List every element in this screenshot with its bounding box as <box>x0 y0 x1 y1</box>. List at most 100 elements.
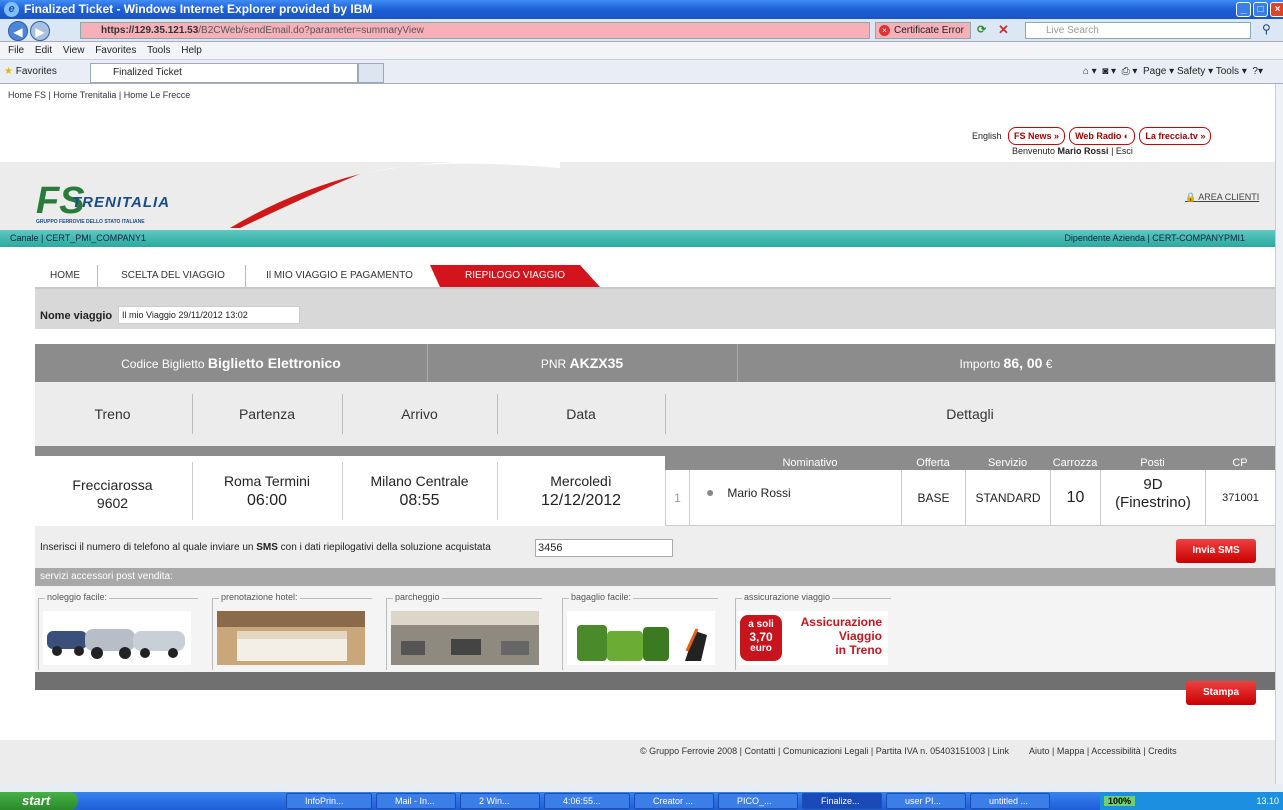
vertical-scrollbar[interactable] <box>1275 84 1283 784</box>
arrival-cell: Milano Centrale 08:55 <box>342 456 497 526</box>
search-icon[interactable]: ⚲ <box>1262 22 1271 36</box>
tab-scelta-del-viaggio[interactable]: SCELTA DEL VIAGGIO <box>103 265 243 287</box>
col-offerta: Offerta <box>916 457 950 469</box>
send-sms-button[interactable]: Invia SMS <box>1176 539 1256 563</box>
header-arrivo: Arrivo <box>401 406 438 422</box>
seat-type: (Finestrino) <box>1115 494 1191 511</box>
refresh-icon[interactable]: ⟳ <box>977 23 986 36</box>
search-input[interactable]: Live Search <box>1025 22 1251 39</box>
passenger-name-cell: ● Mario Rossi <box>689 470 901 526</box>
services-title: servizi accessori post vendita: <box>35 568 1275 586</box>
date-cell: Mercoledì 12/12/2012 <box>497 456 665 526</box>
task-finalized-ticket[interactable]: Finalize... <box>802 793 882 809</box>
service-car-rental[interactable]: noleggio facile: <box>38 592 198 670</box>
language-english[interactable]: English <box>972 131 1002 141</box>
service-insurance[interactable]: assicurazione viaggio a soli 3,70 euro A… <box>735 592 891 670</box>
menu-file[interactable]: File <box>8 45 24 56</box>
footer-left-links[interactable]: © Gruppo Ferrovie 2008 | Contatti | Comu… <box>640 746 1009 756</box>
battery-indicator[interactable]: 100% <box>1104 796 1136 806</box>
service-car-rental-label: noleggio facile: <box>45 592 110 602</box>
task-untitled[interactable]: untitled ... <box>970 793 1050 809</box>
web-radio-button[interactable]: Web Radio ◐ <box>1069 127 1136 145</box>
header-data: Data <box>566 406 596 422</box>
tab-riepilogo-viaggio[interactable]: RIEPILOGO VIAGGIO <box>440 265 590 287</box>
tab-label: Finalized Ticket <box>113 67 182 78</box>
task-infoprint[interactable]: InfoPrin... <box>286 793 372 809</box>
language-links: English FS News » Web Radio ◐ La freccia.t… <box>972 127 1212 145</box>
top-links[interactable]: Home FS | Home Trenitalia | Home Le Frec… <box>8 90 190 100</box>
phone-number-input[interactable]: 3456 <box>535 539 673 557</box>
logout-link[interactable]: | Esci <box>1109 146 1133 156</box>
menu-favorites[interactable]: Favorites <box>95 45 136 56</box>
service-hotel-label: prenotazione hotel: <box>219 592 300 602</box>
favorites-bar: ★ Favorites Finalized Ticket ⌂ ▾ ◙ ▾ ⎙ ▾… <box>0 60 1283 84</box>
menu-edit[interactable]: Edit <box>35 45 52 56</box>
tools-menus[interactable]: Page ▾ Safety ▾ Tools ▾ <box>1143 66 1247 77</box>
luggage-image <box>567 611 715 665</box>
footer-links: © Gruppo Ferrovie 2008 | Contatti | Comu… <box>640 746 1177 756</box>
certificate-error-button[interactable]: × Certificate Error <box>875 22 971 39</box>
home-icon[interactable]: ⌂ ▾ <box>1083 66 1097 77</box>
start-button[interactable]: start <box>0 792 78 810</box>
service-parking[interactable]: parcheggio <box>386 592 542 670</box>
area-clienti-link[interactable]: 🔒 AREA CLIENTI <box>1185 192 1259 203</box>
fs-news-button[interactable]: FS News » <box>1008 127 1066 145</box>
window-title: Finalized Ticket - Windows Internet Expl… <box>24 2 373 16</box>
start-label: start <box>22 793 51 808</box>
address-toolbar: ◀ ▶ https://129.35.121.53/B2CWeb/sendEma… <box>0 19 1283 42</box>
close-icon[interactable]: × <box>1270 2 1283 17</box>
back-arrow-icon[interactable]: ◀ <box>8 21 28 41</box>
print-button[interactable]: Stampa <box>1186 681 1256 705</box>
search-placeholder: Live Search <box>1046 25 1099 36</box>
departure-cell: Roma Termini 06:00 <box>192 456 342 526</box>
minimize-icon[interactable]: _ <box>1236 2 1251 17</box>
task-windows[interactable]: 2 Win... <box>460 793 540 809</box>
promo-title-1: Assicurazione <box>800 615 882 629</box>
menu-tools[interactable]: Tools <box>147 45 170 56</box>
seat-number: 9D <box>1143 476 1163 493</box>
promo-title-3: in Treno <box>835 643 882 657</box>
print-icon[interactable]: ⎙ ▾ <box>1122 66 1138 77</box>
maximize-icon[interactable]: □ <box>1253 2 1268 17</box>
footer-right-links[interactable]: Aiuto | Mappa | Accessibilità | Credits <box>1029 746 1177 756</box>
col-servizio: Servizio <box>987 457 1028 469</box>
header-partenza: Partenza <box>238 406 296 422</box>
stop-icon[interactable]: ✕ <box>998 22 1009 38</box>
task-pico[interactable]: PICO_... <box>718 793 798 809</box>
train-cell: Frecciarossa 9602 <box>35 456 190 526</box>
new-tab-button[interactable] <box>358 63 384 83</box>
feeds-icon[interactable]: ◙ ▾ <box>1102 66 1116 77</box>
url-host: https://129.35.121.53 <box>101 25 199 36</box>
sms-text-suffix: con i dati riepilogativi della soluzione… <box>277 542 491 553</box>
sms-text-bold: SMS <box>256 542 278 553</box>
print-bar <box>35 672 1275 690</box>
task-timer[interactable]: 4:06:55... <box>544 793 630 809</box>
help-icon[interactable]: ?▾ <box>1252 66 1263 77</box>
tab-il-mio-viaggio[interactable]: Il MIO VIAGGIO E PAGAMENTO <box>247 265 432 287</box>
lafreccia-tv-button[interactable]: La freccia.tv » <box>1139 127 1212 145</box>
canale-label: Canale | CERT_PMI_COMPANY1 <box>10 233 147 243</box>
browser-tab[interactable]: Finalized Ticket <box>90 63 358 83</box>
passenger-carrozza: 10 <box>1050 470 1100 526</box>
parking-image <box>391 611 539 665</box>
command-bar[interactable]: ⌂ ▾ ◙ ▾ ⎙ ▾ Page ▾ Safety ▾ Tools ▾ ?▾ <box>1083 64 1263 80</box>
task-user-pi[interactable]: user PI... <box>886 793 966 809</box>
tab-home[interactable]: HOME <box>35 265 95 287</box>
person-icon: ● <box>706 484 715 500</box>
departure-station: Roma Termini <box>223 473 311 489</box>
passenger-header: Nominativo Offerta Servizio Carrozza Pos… <box>665 456 1275 470</box>
menu-help[interactable]: Help <box>181 45 202 56</box>
service-hotel[interactable]: prenotazione hotel: <box>212 592 372 670</box>
trip-name-field[interactable]: Il mio Viaggio 29/11/2012 13:02 <box>118 306 300 324</box>
promo-price: 3,70 <box>749 630 773 644</box>
menu-view[interactable]: View <box>63 45 85 56</box>
trenitalia-logo[interactable]: FS TRENITALIA GRUPPO FERROVIE DELLO STAT… <box>36 182 169 225</box>
task-mail[interactable]: Mail - In... <box>376 793 456 809</box>
address-field[interactable]: https://129.35.121.53/B2CWeb/sendEmail.d… <box>80 22 870 39</box>
forward-arrow-icon[interactable]: ▶ <box>30 21 50 41</box>
red-swoosh-graphic <box>230 162 560 228</box>
favorites-button[interactable]: ★ Favorites <box>4 64 57 80</box>
task-creator[interactable]: Creator ... <box>634 793 714 809</box>
service-luggage[interactable]: bagaglio facile: <box>562 592 718 670</box>
clock[interactable]: 13.10 <box>1256 792 1279 810</box>
